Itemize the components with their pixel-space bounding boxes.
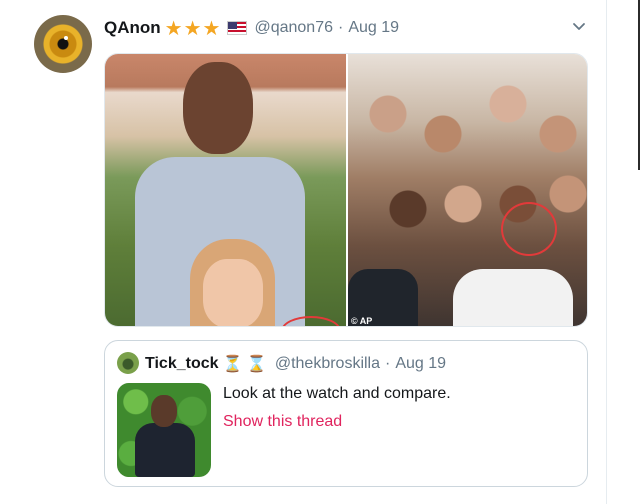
photo-left[interactable] [105, 54, 346, 326]
highlight-circle [501, 202, 557, 256]
quoted-author-avatar [117, 352, 139, 374]
author-avatar[interactable] [34, 15, 92, 73]
quoted-tweet[interactable]: Tick_tock ⏳ ⌛ @thekbroskilla · Aug 19 Lo… [104, 340, 588, 487]
avatar-eye-glint [64, 36, 68, 40]
quoted-tweet-thumbnail [117, 383, 211, 477]
us-flag-icon [227, 21, 248, 35]
tweet-media: © AP [104, 53, 588, 327]
tweet-header: QAnon ★★★ @qanon76 · Aug 19 [104, 16, 399, 40]
star-badges: ★★★ [164, 17, 222, 40]
quoted-tweet-date: Aug 19 [395, 355, 447, 372]
author-name[interactable]: QAnon [104, 18, 161, 38]
author-handle[interactable]: @qanon76 [254, 19, 333, 37]
tweet-date[interactable]: Aug 19 [348, 19, 399, 37]
chevron-down-icon[interactable] [571, 18, 587, 34]
tweet[interactable]: QAnon ★★★ @qanon76 · Aug 19 © AP Tick_to… [0, 0, 607, 504]
show-thread-link[interactable]: Show this thread [223, 413, 342, 431]
right-gutter [607, 0, 640, 504]
photo-right[interactable]: © AP [348, 54, 587, 326]
separator-dot: · [385, 355, 391, 372]
quoted-author-handle: @thekbroskilla [274, 355, 380, 372]
quoted-tweet-header: Tick_tock ⏳ ⌛ @thekbroskilla · Aug 19 [145, 353, 446, 375]
quoted-author-name: Tick_tock [145, 355, 219, 372]
separator-dot: · [337, 19, 344, 36]
hourglass-icon: ⏳ ⌛ [222, 356, 267, 373]
quoted-tweet-text: Look at the watch and compare. [223, 385, 451, 402]
photo-credit: © AP [351, 316, 373, 326]
